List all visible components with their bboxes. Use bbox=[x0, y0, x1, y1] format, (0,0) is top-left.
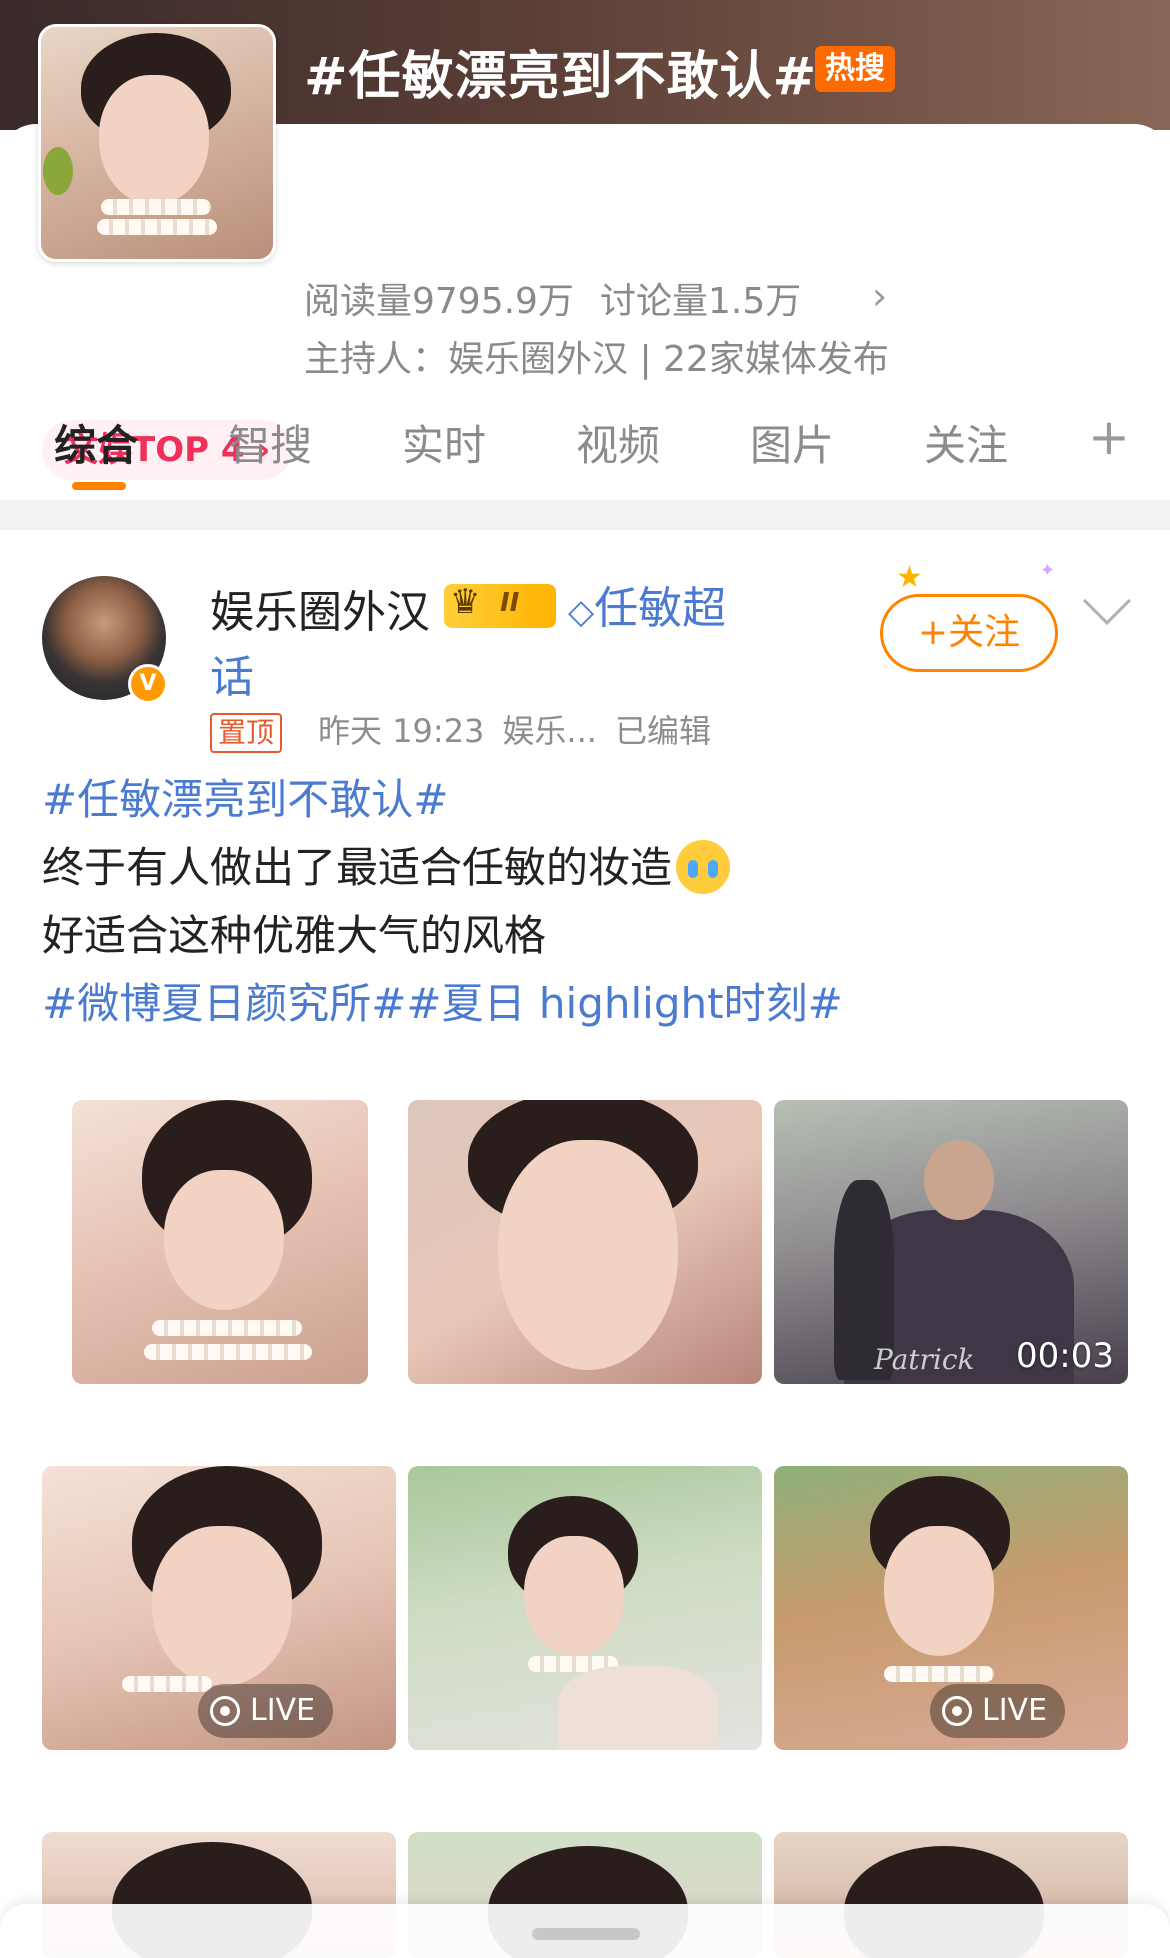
tab-bar: 综合 智搜 实时 视频 图片 关注 + bbox=[0, 400, 1170, 500]
video-watermark: Patrick bbox=[874, 1343, 975, 1376]
live-badge: LIVE bbox=[930, 1684, 1066, 1738]
post-video[interactable]: Patrick 00:03 bbox=[774, 1100, 1128, 1384]
vip-level: II bbox=[500, 588, 520, 618]
topic-host: 主持人：娱乐圈外汉 | 22家媒体发布 bbox=[304, 339, 889, 380]
crown-icon: ♛ bbox=[450, 582, 481, 622]
topic-cover-image[interactable] bbox=[38, 24, 276, 262]
post-source: 娱乐... bbox=[502, 712, 597, 750]
hot-badge: 热搜 bbox=[815, 46, 895, 92]
home-indicator[interactable] bbox=[532, 1928, 640, 1940]
sparkle-icon: ✦ bbox=[1040, 560, 1056, 581]
bottom-sheet[interactable] bbox=[0, 1904, 1170, 1958]
read-count: 阅读量9795.9万 bbox=[304, 281, 574, 322]
edited-label[interactable]: 已编辑 bbox=[615, 712, 711, 750]
hashtag-link[interactable]: #微博夏日颜究所##夏日 highlight时刻# bbox=[42, 970, 1132, 1038]
tab-comprehensive[interactable]: 综合 bbox=[54, 412, 138, 473]
chevron-down-icon[interactable] bbox=[1082, 576, 1132, 626]
live-photo-icon bbox=[210, 1696, 240, 1726]
live-badge: LIVE bbox=[198, 1684, 334, 1738]
hashtag-link[interactable]: #任敏漂亮到不敢认# bbox=[42, 766, 1132, 834]
post-photo[interactable]: LIVE bbox=[774, 1466, 1128, 1750]
video-duration: 00:03 bbox=[1016, 1336, 1114, 1376]
post-text: #任敏漂亮到不敢认# 终于有人做出了最适合任敏的妆造 好适合这种优雅大气的风格 … bbox=[42, 766, 1132, 1038]
follow-button[interactable]: +关注 bbox=[880, 594, 1058, 672]
crying-emoji-icon bbox=[676, 840, 731, 894]
live-photo-icon bbox=[942, 1696, 972, 1726]
post-photo[interactable] bbox=[408, 1100, 762, 1384]
tab-video[interactable]: 视频 bbox=[576, 412, 660, 473]
topic-stats[interactable]: 阅读量9795.9万 讨论量1.5万 bbox=[304, 272, 801, 324]
add-tab-icon[interactable]: + bbox=[1088, 408, 1130, 466]
post-photo[interactable] bbox=[72, 1100, 368, 1384]
sparkle-icon: ★ bbox=[896, 560, 923, 595]
post-time: 昨天 19:23 bbox=[318, 712, 485, 750]
tab-images[interactable]: 图片 bbox=[750, 412, 834, 473]
vip-badge: ♛ II bbox=[444, 582, 556, 628]
username[interactable]: 娱乐圈外汉 bbox=[210, 576, 430, 640]
tab-active-indicator bbox=[72, 482, 126, 490]
chevron-right-icon[interactable]: › bbox=[872, 274, 887, 318]
post-meta: 置顶 昨天 19:23 娱乐... 已编辑 bbox=[210, 706, 711, 753]
tab-realtime[interactable]: 实时 bbox=[402, 412, 486, 473]
pinned-badge: 置顶 bbox=[210, 713, 283, 753]
post-text-line: 终于有人做出了最适合任敏的妆造 bbox=[42, 843, 673, 892]
diamond-icon: ◇ bbox=[568, 592, 595, 632]
tab-smart-search[interactable]: 智搜 bbox=[228, 412, 312, 473]
verified-icon: V bbox=[128, 664, 168, 704]
topic-title: #任敏漂亮到不敢认# bbox=[304, 47, 818, 107]
tab-following[interactable]: 关注 bbox=[924, 412, 1008, 473]
section-separator bbox=[0, 500, 1170, 530]
post-card: V ◇任敏超 话 娱乐圈外汉 ♛ II 置顶 昨天 19:23 娱乐... 已编辑 ★… bbox=[0, 530, 1170, 1958]
post-photo[interactable]: LIVE bbox=[42, 1466, 396, 1750]
post-text-line: 好适合这种优雅大气的风格 bbox=[42, 911, 547, 960]
discussion-count: 讨论量1.5万 bbox=[599, 281, 802, 322]
post-photo[interactable] bbox=[408, 1466, 762, 1750]
